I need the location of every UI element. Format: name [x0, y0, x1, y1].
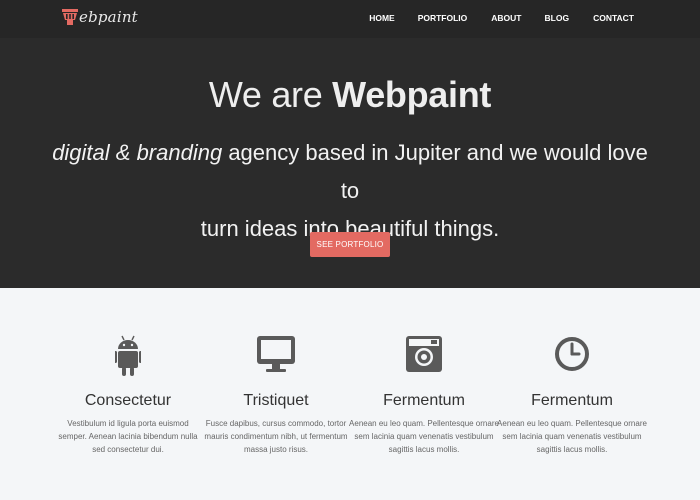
clock-icon — [554, 334, 590, 379]
monitor-icon — [256, 334, 296, 379]
main-menu: HOME PORTFOLIO ABOUT BLOG CONTACT — [369, 13, 634, 23]
camera-icon — [405, 334, 443, 379]
hero-title-prefix: We are — [208, 74, 333, 115]
hero-subtitle-line1: agency based in Jupiter and we would lov… — [222, 140, 648, 203]
nav-home[interactable]: HOME — [369, 13, 395, 23]
feature-text: Fusce dapibus, cursus commodo, tortor ma… — [204, 419, 348, 454]
nav-blog[interactable]: BLOG — [545, 13, 570, 23]
logo-text: ebpaint — [79, 8, 138, 26]
see-portfolio-button[interactable]: SEE PORTFOLIO — [310, 232, 390, 257]
paint-bucket-logo-icon — [62, 8, 78, 26]
hero-subtitle-italic: digital & branding — [52, 140, 223, 165]
hero-title-brand: Webpaint — [332, 74, 492, 115]
feature-text: Aenean eu leo quam. Pellentesque ornare … — [497, 419, 647, 454]
features-section: Consectetur Vestibulum id ligula porta e… — [0, 288, 700, 500]
nav-about[interactable]: ABOUT — [491, 13, 521, 23]
logo[interactable]: ebpaint — [62, 8, 138, 26]
feature-title: Consectetur — [84, 392, 172, 409]
hero-title: We are Webpaint — [0, 74, 700, 116]
hero-subtitle: digital & branding agency based in Jupit… — [40, 134, 660, 248]
feature-title: Fermentum — [531, 392, 613, 409]
top-navbar: ebpaint HOME PORTFOLIO ABOUT BLOG CONTAC… — [0, 0, 700, 38]
hero-section: We are Webpaint digital & branding agenc… — [0, 38, 700, 288]
android-icon — [114, 334, 142, 383]
feature-text: Aenean eu leo quam. Pellentesque ornare … — [349, 419, 499, 454]
nav-portfolio[interactable]: PORTFOLIO — [418, 13, 468, 23]
feature-text: Vestibulum id ligula porta euismod sempe… — [58, 419, 198, 454]
nav-contact[interactable]: CONTACT — [593, 13, 634, 23]
feature-title: Tristiquet — [243, 392, 309, 409]
feature-title: Fermentum — [383, 392, 465, 409]
